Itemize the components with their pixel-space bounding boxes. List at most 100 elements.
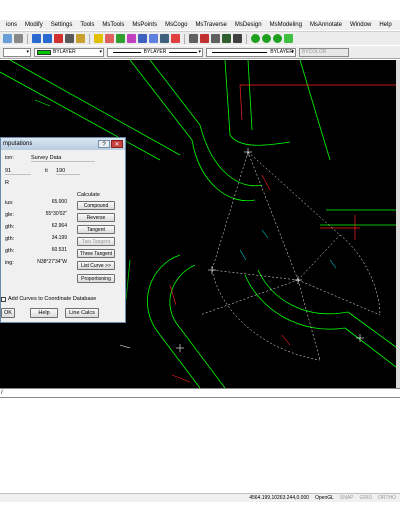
point-markers (176, 148, 364, 352)
radius-field[interactable]: 65.000 (31, 199, 67, 206)
radius-line (199, 279, 299, 316)
to-label: ti (45, 168, 48, 174)
tangent-length-field[interactable]: 34.199 (31, 235, 67, 242)
properties-icon[interactable] (116, 34, 125, 43)
layer-icon[interactable] (189, 34, 198, 43)
opengl-indicator: OpenGL (315, 495, 334, 501)
menu-item-tools[interactable]: Tools (76, 20, 98, 30)
arc-length-field[interactable]: 62.964 (31, 223, 67, 230)
green-curve (199, 124, 263, 187)
green-line (344, 327, 400, 371)
menu-item-settings[interactable]: Settings (47, 20, 77, 30)
lineweight-combo-value: BYLAYER (270, 49, 293, 55)
menu-item-mstools[interactable]: MsTools (98, 20, 128, 30)
menu-bar: ions Modify Settings Tools MsTools MsPoi… (0, 20, 400, 30)
pan-icon[interactable] (138, 34, 147, 43)
three-tangent-button[interactable]: Three Tangent (77, 249, 115, 258)
menu-item-mscogo[interactable]: MsCogo (161, 20, 191, 30)
zoom-previous-icon[interactable] (171, 34, 180, 43)
menu-item-window[interactable]: Window (346, 20, 375, 30)
vertical-scrollbar[interactable] (396, 60, 400, 388)
color-combo[interactable]: BYLAYER ▾ (34, 47, 104, 57)
undo-icon[interactable] (32, 34, 41, 43)
menu-item-msdesign[interactable]: MsDesign (231, 20, 266, 30)
layer-freeze-icon[interactable] (211, 34, 220, 43)
green-line (179, 327, 226, 388)
description-label: ion: (5, 155, 14, 161)
zoom-icon[interactable] (149, 34, 158, 43)
linetype-sample (169, 51, 198, 53)
layer-lock-icon[interactable] (222, 34, 231, 43)
line-calcs-button[interactable]: Line Calcs (65, 308, 99, 318)
pencil-icon[interactable] (94, 34, 103, 43)
compound-button[interactable]: Compound (77, 201, 115, 210)
green-line (125, 259, 131, 301)
color-swatch (37, 49, 51, 55)
green-circle-icon[interactable] (273, 34, 282, 43)
toolbar-separator (27, 33, 28, 44)
point-to-field[interactable]: 190 (56, 168, 80, 175)
menu-item-mstraverse[interactable]: MsTraverse (191, 20, 230, 30)
ok-button[interactable]: OK (1, 308, 15, 318)
plotstyle-combo-value: BYCOLOR (302, 49, 327, 55)
check-icon[interactable] (284, 34, 293, 43)
match-icon[interactable] (127, 34, 136, 43)
angle-label: gle: (5, 212, 14, 218)
lineweight-combo[interactable]: BYLAYER ▾ (206, 47, 296, 57)
description-field[interactable]: Survey Data (31, 155, 95, 162)
chord-length-field[interactable]: 60.531 (31, 247, 67, 254)
copy-icon[interactable] (65, 34, 74, 43)
arc-dashed (339, 234, 381, 316)
tangent-button[interactable]: Tangent (77, 225, 115, 234)
ortho-toggle[interactable]: ORTHO (378, 495, 396, 501)
dialog-title: mputations (3, 141, 33, 147)
erase-icon[interactable] (105, 34, 114, 43)
list-curve-button[interactable]: List Curve >> (77, 261, 115, 270)
redo-icon[interactable] (43, 34, 52, 43)
menu-item-mspoints[interactable]: MsPoints (128, 20, 161, 30)
radius-line (211, 151, 249, 271)
cut-icon[interactable] (54, 34, 63, 43)
proportioning-button[interactable]: Proportioning (77, 274, 115, 283)
chevron-down-icon: ▾ (291, 48, 294, 55)
menu-item-ions[interactable]: ions (2, 20, 21, 30)
calculate-label: Calculate (77, 192, 100, 198)
help-button[interactable]: Help (30, 308, 58, 318)
green-curve (146, 254, 181, 336)
chevron-down-icon: ▾ (198, 48, 201, 55)
layer-combo[interactable]: ▾ (3, 47, 31, 57)
print-icon[interactable] (14, 34, 23, 43)
text-icon[interactable] (233, 34, 242, 43)
command-line[interactable]: / (0, 388, 400, 398)
menu-item-msannotate[interactable]: MsAnnotate (306, 20, 346, 30)
green-line (247, 60, 253, 131)
menu-item-help[interactable]: Help (375, 20, 395, 30)
close-icon[interactable]: ✕ (111, 140, 123, 148)
reverse-button[interactable]: Reverse (77, 213, 115, 222)
standard-toolbar (0, 31, 400, 45)
menu-item-msmodeling[interactable]: MsModeling (266, 20, 306, 30)
help-icon[interactable]: ? (98, 140, 110, 148)
two-tangent-button[interactable]: Two Tangent (77, 237, 115, 246)
add-curves-checkbox[interactable]: Add Curves to Coordinate Database (1, 296, 96, 302)
chord-bearing-field[interactable]: N38°27'34"W (31, 259, 67, 266)
chord-bearing-label: ing: (5, 260, 14, 266)
green-curve (257, 269, 349, 315)
annotation-mark (239, 249, 247, 261)
menu-item-modify[interactable]: Modify (21, 20, 47, 30)
plotstyle-combo[interactable]: BYCOLOR (299, 47, 349, 57)
green-circle-icon[interactable] (262, 34, 271, 43)
toolbar-separator (246, 33, 247, 44)
green-circle-icon[interactable] (251, 34, 260, 43)
dialog-title-bar[interactable]: mputations ? ✕ (1, 138, 125, 150)
angle-field[interactable]: 55°30'02" (31, 211, 67, 218)
linetype-combo[interactable]: BYLAYER ▾ (107, 47, 203, 57)
checkbox-box[interactable] (1, 296, 6, 302)
snap-toggle[interactable]: SNAP (340, 495, 354, 501)
layer-off-icon[interactable] (200, 34, 209, 43)
open-icon[interactable] (3, 34, 12, 43)
zoom-window-icon[interactable] (160, 34, 169, 43)
paste-icon[interactable] (76, 34, 85, 43)
grid-toggle[interactable]: GRID (360, 495, 373, 501)
point-from-field[interactable]: 91 (5, 168, 31, 175)
